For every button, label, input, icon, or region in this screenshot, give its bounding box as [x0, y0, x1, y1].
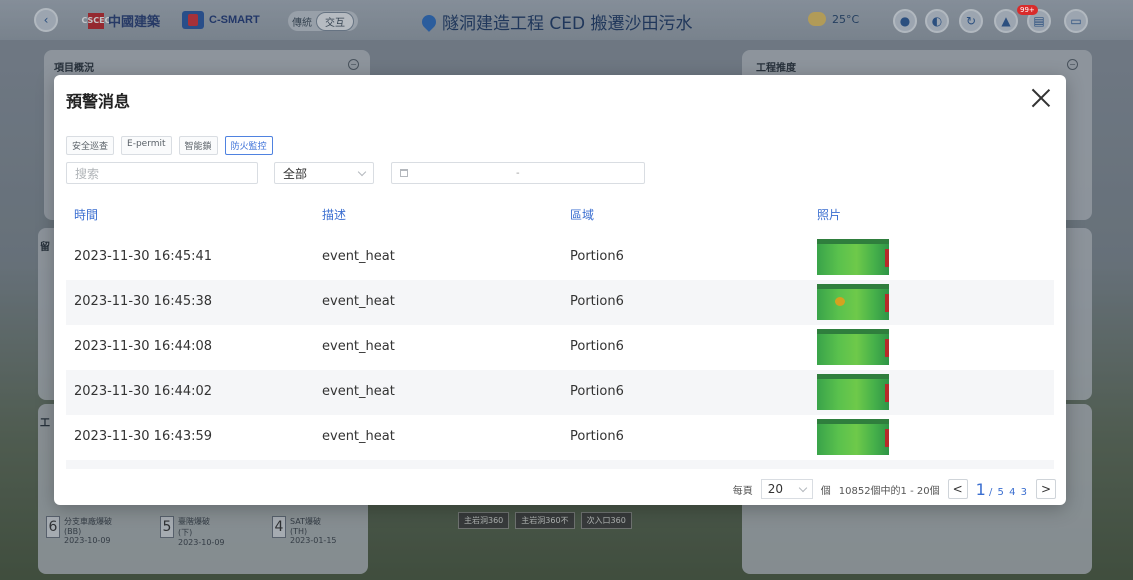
- per-page-select[interactable]: 20: [760, 479, 813, 499]
- per-page-value: 20: [767, 482, 784, 496]
- per-page-label: 每頁: [732, 485, 753, 497]
- table-row[interactable]: 2023-11-30 16:43:59 event_heat Portion6: [66, 415, 1054, 460]
- column-photo[interactable]: 照片: [817, 206, 841, 223]
- cell-time: 2023-11-30 16:44:02: [74, 384, 213, 399]
- cell-time: 2023-11-30 16:45:41: [74, 249, 213, 264]
- cell-description: event_heat: [322, 294, 395, 309]
- thermal-photo-thumbnail[interactable]: [817, 284, 889, 320]
- cell-area: Portion6: [570, 384, 624, 399]
- column-description[interactable]: 描述: [322, 206, 346, 223]
- hotspot-marker: [835, 297, 845, 306]
- thermal-photo-thumbnail[interactable]: [817, 329, 889, 365]
- alert-messages-dialog: 預警消息 安全巡查 E-permit 智能鎖 防火監控 搜索 全部 - 時間 描…: [54, 75, 1066, 505]
- cell-time: 2023-11-30 16:44:08: [74, 339, 213, 354]
- column-time[interactable]: 時間: [74, 206, 98, 223]
- current-page[interactable]: 1: [976, 480, 986, 499]
- tab-e-permit[interactable]: E-permit: [121, 136, 172, 155]
- thermal-photo-thumbnail[interactable]: [817, 374, 889, 410]
- table-row[interactable]: 2023-11-30 16:45:41 event_heat Portion6: [66, 235, 1054, 280]
- cell-description: event_heat: [322, 249, 395, 264]
- thermal-photo-thumbnail[interactable]: [817, 419, 889, 455]
- next-page-button[interactable]: >: [1036, 479, 1056, 499]
- table-row[interactable]: 2023-11-30 16:44:02 event_heat Portion6: [66, 370, 1054, 415]
- page-indicator: 1 / 5 4 3: [976, 480, 1028, 499]
- prev-page-button[interactable]: <: [947, 479, 968, 499]
- cell-time: 2023-11-30 16:45:38: [74, 294, 213, 309]
- calendar-icon: [400, 169, 408, 177]
- thermal-photo-thumbnail[interactable]: [817, 239, 889, 275]
- close-icon[interactable]: [1028, 85, 1054, 111]
- cell-area: Portion6: [570, 339, 624, 354]
- tab-safety-inspection[interactable]: 安全巡查: [66, 136, 115, 155]
- category-tabs: 安全巡查 E-permit 智能鎖 防火監控: [66, 136, 273, 155]
- cell-area: Portion6: [570, 249, 624, 264]
- dialog-title: 預警消息: [66, 92, 131, 111]
- filter-select[interactable]: 全部: [274, 162, 374, 184]
- cell-description: event_heat: [322, 339, 395, 354]
- column-area[interactable]: 區域: [570, 206, 594, 223]
- table-row-partial[interactable]: [66, 460, 1054, 469]
- table-body[interactable]: 2023-11-30 16:45:41 event_heat Portion6 …: [66, 235, 1054, 469]
- filter-value: 全部: [283, 166, 308, 181]
- cell-area: Portion6: [570, 429, 624, 444]
- chevron-down-icon: [357, 167, 367, 176]
- search-placeholder: 搜索: [75, 166, 100, 181]
- per-page-unit: 個: [820, 485, 831, 497]
- date-range-separator: -: [516, 167, 520, 179]
- table-row[interactable]: 2023-11-30 16:45:38 event_heat Portion6: [66, 280, 1054, 325]
- pagination: 每頁 20 個 10852個中的1 - 20個 < 1 / 5 4 3 >: [733, 479, 1056, 499]
- table-header: 時間 描述 區域 照片: [66, 198, 1054, 230]
- cell-area: Portion6: [570, 294, 624, 309]
- cell-description: event_heat: [322, 384, 395, 399]
- cell-description: event_heat: [322, 429, 395, 444]
- date-range-picker[interactable]: -: [391, 162, 645, 184]
- tab-smart-lock[interactable]: 智能鎖: [178, 136, 218, 155]
- notification-badge: 99+: [1017, 5, 1038, 15]
- tab-fire-monitoring[interactable]: 防火監控: [224, 136, 273, 155]
- search-input[interactable]: 搜索: [66, 162, 258, 184]
- pagination-summary: 10852個中的1 - 20個: [838, 485, 940, 497]
- total-pages: / 5 4 3: [989, 486, 1028, 498]
- table-row[interactable]: 2023-11-30 16:44:08 event_heat Portion6: [66, 325, 1054, 370]
- chevron-down-icon: [798, 483, 807, 492]
- cell-time: 2023-11-30 16:43:59: [74, 429, 213, 444]
